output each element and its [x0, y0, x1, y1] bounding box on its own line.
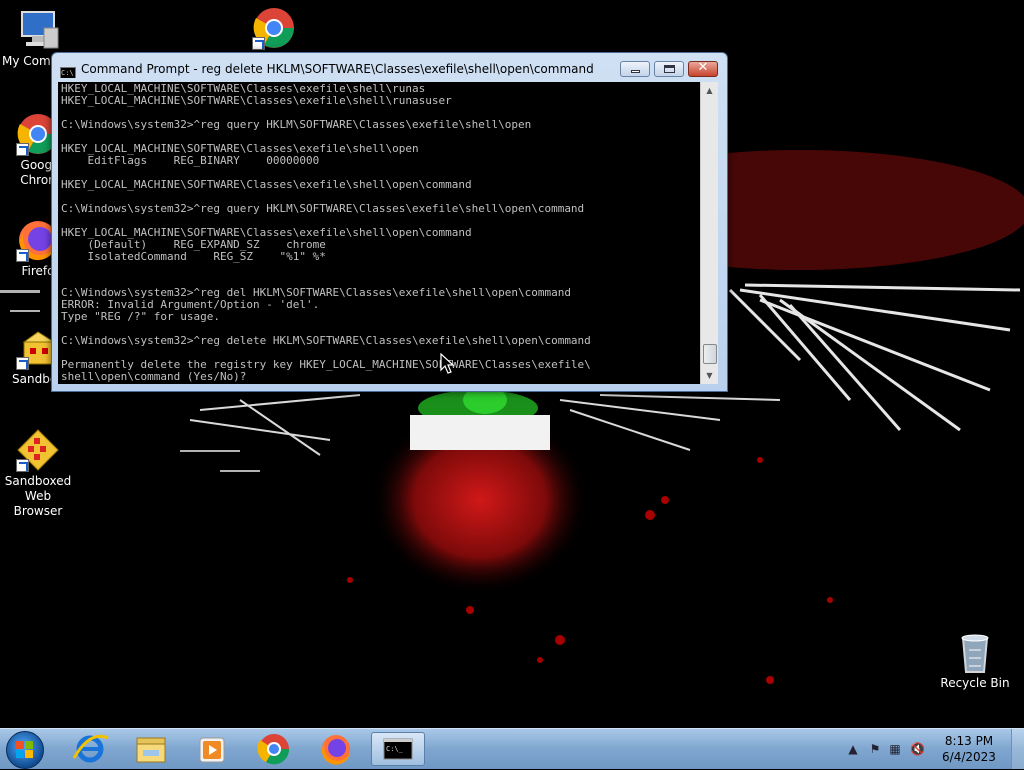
taskbar-chrome[interactable] [248, 732, 300, 766]
shortcut-arrow-icon [16, 143, 29, 156]
system-clock[interactable]: 8:13 PM 6/4/2023 [934, 733, 1004, 765]
mouse-cursor-icon [440, 353, 454, 374]
command-prompt-window[interactable]: C:\ Command Prompt - reg delete HKLM\SOFT… [51, 52, 728, 392]
desktop-icon-label: Sandboxed Web Browser [4, 474, 72, 518]
network-icon[interactable]: ▦ [888, 742, 902, 756]
scroll-up-arrow-icon[interactable]: ▲ [701, 82, 718, 99]
close-button[interactable]: ✕ [688, 60, 718, 77]
window-titlebar[interactable]: C:\ Command Prompt - reg delete HKLM\SOFT… [60, 60, 617, 78]
firefox-icon [321, 735, 350, 765]
shortcut-arrow-icon [16, 249, 29, 262]
shortcut-arrow-icon [252, 37, 265, 50]
start-button[interactable] [6, 731, 44, 769]
minimize-button[interactable] [620, 61, 650, 77]
file-explorer-icon [136, 737, 166, 763]
desktop-icon-label: Recycle Bin [940, 676, 1010, 690]
sandboxed-browser-icon [16, 428, 60, 472]
command-prompt-icon: C:\_ [383, 738, 413, 760]
desktop-icon-sandboxed-web-browser[interactable]: Sandboxed Web Browser [0, 428, 76, 519]
taskbar-file-explorer[interactable] [125, 732, 177, 766]
taskbar-internet-explorer[interactable] [64, 732, 116, 766]
shortcut-arrow-icon [16, 357, 29, 370]
notification-area: ▲ ⚑ ▦ 🔇 8:13 PM 6/4/2023 [834, 729, 1024, 769]
desktop-icon-chrome[interactable] [236, 6, 312, 52]
scroll-thumb[interactable] [703, 344, 717, 364]
taskbar-command-prompt[interactable]: C:\_ [371, 732, 425, 766]
media-player-icon [199, 737, 225, 763]
chrome-icon [257, 734, 290, 765]
maximize-button[interactable] [654, 61, 684, 77]
svg-text:C:\_: C:\_ [386, 745, 404, 753]
window-title: Command Prompt - reg delete HKLM\SOFTWAR… [81, 62, 594, 76]
internet-explorer-icon [72, 734, 109, 763]
command-prompt-icon: C:\ [60, 67, 76, 78]
computer-icon [16, 8, 60, 52]
clock-time: 8:13 PM [944, 734, 994, 748]
shortcut-arrow-icon [16, 459, 29, 472]
vertical-scrollbar[interactable]: ▲ ▼ [700, 82, 718, 384]
volume-muted-icon[interactable]: 🔇 [910, 742, 925, 756]
taskbar-media-player[interactable] [186, 732, 238, 766]
taskbar-firefox[interactable] [310, 732, 362, 766]
taskbar: C:\_ ▲ ⚑ ▦ 🔇 8:13 PM 6/4/2023 [0, 728, 1024, 769]
scroll-down-arrow-icon[interactable]: ▼ [701, 367, 718, 384]
console-text: HKEY_LOCAL_MACHINE\SOFTWARE\Classes\exef… [61, 82, 591, 383]
chrome-icon [252, 6, 296, 50]
show-desktop-button[interactable] [1011, 729, 1024, 769]
clock-date: 6/4/2023 [942, 750, 996, 764]
close-icon: ✕ [697, 60, 709, 75]
console-output[interactable]: HKEY_LOCAL_MACHINE\SOFTWARE\Classes\exef… [58, 82, 700, 384]
action-center-flag-icon[interactable]: ⚑ [868, 742, 882, 756]
recycle-bin-icon [953, 630, 997, 674]
show-hidden-icons-arrow[interactable]: ▲ [846, 742, 860, 756]
desktop-icon-recycle-bin[interactable]: Recycle Bin [937, 630, 1013, 691]
